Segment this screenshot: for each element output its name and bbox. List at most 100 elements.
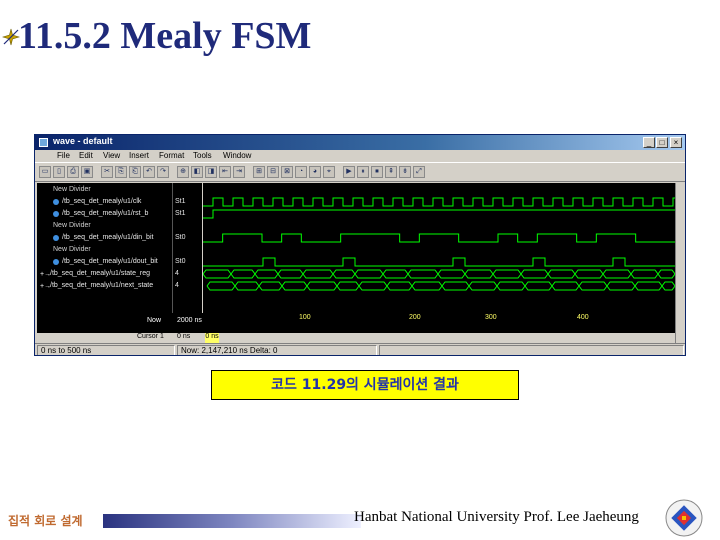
- signal-row[interactable]: +→/tb_seq_det_mealy/u1/next_state: [37, 281, 172, 291]
- value-pane: St1 St1 St0 St0 4 4: [172, 183, 202, 313]
- next-state-bus: [206, 281, 676, 291]
- toolbar-button[interactable]: ⏹: [371, 166, 383, 178]
- menu-format[interactable]: Format: [159, 151, 184, 160]
- cursor-tag[interactable]: 0 ns: [205, 333, 219, 343]
- menu-tools[interactable]: Tools: [193, 151, 212, 160]
- toolbar-button[interactable]: ⊕: [177, 166, 189, 178]
- signal-row[interactable]: /tb_seq_det_mealy/u1/dout_bit: [37, 257, 172, 267]
- toolbar-button[interactable]: ⊟: [267, 166, 279, 178]
- toolbar-button[interactable]: ◕: [309, 166, 321, 178]
- footer-course: 집적 회로 설계: [8, 514, 83, 528]
- signal-icon: [53, 199, 59, 205]
- waveform-canvas[interactable]: [202, 183, 684, 313]
- signal-label: /tb_seq_det_mealy/u1/clk: [62, 198, 142, 205]
- toolbar-button[interactable]: ⎙: [67, 166, 79, 178]
- signal-icon: [53, 211, 59, 217]
- cursor-row: Cursor 1 0 ns 0 ns: [37, 333, 675, 343]
- toolbar-button[interactable]: ⎗: [129, 166, 141, 178]
- expand-bus-icon: +→: [40, 282, 52, 290]
- cursor-value: 0 ns: [177, 333, 191, 340]
- toolbar-button[interactable]: ✂: [101, 166, 113, 178]
- window-title: wave - default: [53, 136, 113, 146]
- status-range: 0 ns to 500 ns: [37, 345, 175, 355]
- toolbar-button[interactable]: ▶: [343, 166, 355, 178]
- close-button[interactable]: ×: [670, 137, 682, 148]
- toolbar-button[interactable]: ⤢: [413, 166, 425, 178]
- university-logo-icon: [665, 499, 703, 537]
- toolbar-button[interactable]: ⊞: [253, 166, 265, 178]
- wave-window: wave - default _ □ × File Edit View Inse…: [34, 134, 686, 356]
- menu-window[interactable]: Window: [223, 151, 251, 160]
- signal-value: St1: [175, 198, 186, 205]
- toolbar-button[interactable]: ⇤: [219, 166, 231, 178]
- rst-waveform: [203, 209, 675, 219]
- menu-file[interactable]: File: [57, 151, 70, 160]
- signal-divider[interactable]: New Divider: [37, 185, 172, 195]
- signal-icon: [53, 235, 59, 241]
- footer-author: Hanbat National University Prof. Lee Jae…: [354, 509, 639, 525]
- toolbar-button[interactable]: ▭: [39, 166, 51, 178]
- signal-value: 4: [175, 270, 179, 277]
- waveform-pane[interactable]: [202, 183, 684, 313]
- menubar: File Edit View Insert Format Tools Windo…: [35, 150, 685, 162]
- toolbar-button[interactable]: ⌖: [323, 166, 335, 178]
- signal-label: /tb_seq_det_mealy/u1/state_reg: [50, 270, 151, 277]
- app-icon: [39, 138, 48, 147]
- maximize-button[interactable]: □: [656, 137, 668, 148]
- toolbar-button[interactable]: ⇟: [399, 166, 411, 178]
- dout-waveform: [203, 257, 675, 267]
- toolbar-button[interactable]: ▯: [53, 166, 65, 178]
- time-label: 100: [299, 314, 311, 321]
- menu-edit[interactable]: Edit: [79, 151, 93, 160]
- expand-bus-icon: +→: [40, 270, 52, 278]
- toolbar-button[interactable]: ↷: [157, 166, 169, 178]
- toolbar: ▭ ▯ ⎙ ▣ ✂ ⎘ ⎗ ↶ ↷ ⊕ ◧ ◨ ⇤ ⇥ ⊞ ⊟ ⊠ ◔ ◕ ⌖ ▶ ⏸ ⏹ ⇞ ⇟ ⤢: [35, 162, 685, 182]
- clk-waveform: [203, 197, 684, 207]
- signal-icon: [53, 259, 59, 265]
- time-label: 300: [485, 314, 497, 321]
- signal-row[interactable]: /tb_seq_det_mealy/u1/clk: [37, 197, 172, 207]
- vertical-scrollbar[interactable]: [675, 183, 685, 343]
- statusbar: 0 ns to 500 ns Now: 2,147,210 ns Delta: …: [35, 343, 685, 355]
- toolbar-button[interactable]: ◨: [205, 166, 217, 178]
- signal-value: St0: [175, 258, 186, 265]
- toolbar-button[interactable]: ⇞: [385, 166, 397, 178]
- toolbar-button[interactable]: ↶: [143, 166, 155, 178]
- now-value: 2000 ns: [177, 317, 202, 324]
- signal-value: St1: [175, 210, 186, 217]
- menu-insert[interactable]: Insert: [129, 151, 149, 160]
- signal-label: New Divider: [53, 246, 91, 253]
- cursor-label: Cursor 1: [137, 333, 164, 340]
- minimize-button[interactable]: _: [643, 137, 655, 148]
- signal-divider[interactable]: New Divider: [37, 221, 172, 231]
- signal-label: /tb_seq_det_mealy/u1/next_state: [50, 282, 154, 289]
- signal-value: St0: [175, 234, 186, 241]
- toolbar-button[interactable]: ⏸: [357, 166, 369, 178]
- window-titlebar[interactable]: wave - default _ □ ×: [35, 135, 685, 150]
- state-reg-bus: [202, 269, 676, 279]
- signal-row[interactable]: +→/tb_seq_det_mealy/u1/state_reg: [37, 269, 172, 279]
- signal-divider[interactable]: New Divider: [37, 245, 172, 255]
- din-waveform: [203, 233, 675, 243]
- toolbar-button[interactable]: ⊠: [281, 166, 293, 178]
- toolbar-button[interactable]: ▣: [81, 166, 93, 178]
- signal-label: New Divider: [53, 222, 91, 229]
- signal-label: /tb_seq_det_mealy/u1/dout_bit: [62, 258, 158, 265]
- signal-list-pane: New Divider/tb_seq_det_mealy/u1/clk/tb_s…: [37, 183, 172, 313]
- signal-value: 4: [175, 282, 179, 289]
- menu-view[interactable]: View: [103, 151, 120, 160]
- toolbar-button[interactable]: ⇥: [233, 166, 245, 178]
- status-now: Now: 2,147,210 ns Delta: 0: [177, 345, 377, 355]
- toolbar-button[interactable]: ⎘: [115, 166, 127, 178]
- toolbar-button[interactable]: ◔: [295, 166, 307, 178]
- figure-caption: 코드 11.29의 시뮬레이션 결과: [211, 370, 519, 400]
- now-label: Now: [147, 317, 162, 324]
- toolbar-button[interactable]: ◧: [191, 166, 203, 178]
- signal-row[interactable]: /tb_seq_det_mealy/u1/rst_b: [37, 209, 172, 219]
- signal-label: New Divider: [53, 186, 91, 193]
- status-empty: [379, 345, 684, 355]
- signal-label: /tb_seq_det_mealy/u1/rst_b: [62, 210, 149, 217]
- signal-row[interactable]: /tb_seq_det_mealy/u1/din_bit: [37, 233, 172, 243]
- footer-gradient-bar: [103, 514, 361, 528]
- signal-label: /tb_seq_det_mealy/u1/din_bit: [62, 234, 154, 241]
